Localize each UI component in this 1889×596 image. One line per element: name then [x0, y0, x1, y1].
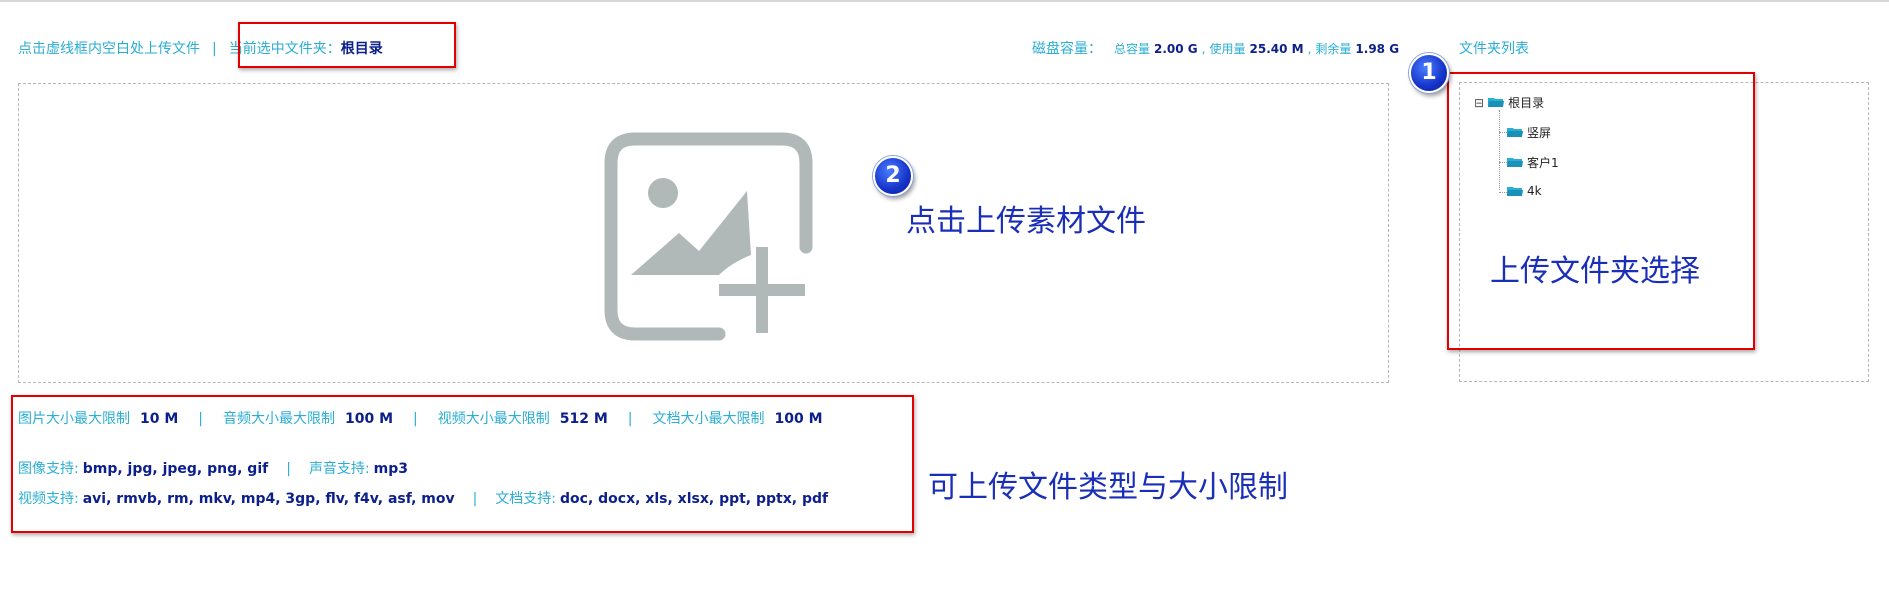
- total-label: 总容量: [1114, 42, 1151, 56]
- separator: |: [472, 491, 478, 507]
- size-limits-row: 图片大小最大限制 10 M | 音频大小最大限制 100 M | 视频大小最大限…: [18, 408, 823, 428]
- upload-hint: 点击虚线框内空白处上传文件: [18, 41, 200, 57]
- image-support-value: bmp, jpg, jpeg, png, gif: [82, 461, 269, 477]
- header-separator: |: [212, 41, 217, 57]
- audio-limit-value: 100 M: [345, 411, 394, 427]
- folder-list-title: 文件夹列表: [1459, 41, 1529, 57]
- add-image-icon[interactable]: [601, 129, 825, 344]
- used-label: 使用量: [1209, 42, 1246, 56]
- highlight-folder-tree: [1447, 72, 1755, 350]
- video-limit-label: 视频大小最大限制: [437, 411, 550, 427]
- image-limit-label: 图片大小最大限制: [18, 411, 130, 427]
- total-value: 2.00 G: [1154, 42, 1198, 56]
- doc-limit-value: 100 M: [774, 411, 823, 427]
- top-border: [0, 0, 1889, 2]
- remain-value: 1.98 G: [1355, 42, 1400, 56]
- highlight-current-folder: [238, 22, 456, 68]
- comma: ,: [1307, 42, 1312, 56]
- remain-label: 剩余量: [1315, 42, 1352, 56]
- step-badge-2: 2: [873, 156, 913, 196]
- used-value: 25.40 M: [1249, 42, 1304, 56]
- audio-support-label: 声音支持:: [308, 461, 370, 477]
- doc-support-label: 文档支持:: [495, 491, 557, 507]
- annotation-upload-material: 点击上传素材文件: [906, 204, 1146, 239]
- comma: ,: [1201, 42, 1206, 56]
- upload-dropzone[interactable]: [18, 83, 1389, 383]
- image-support-label: 图像支持:: [18, 461, 79, 477]
- support-row-2: 视频支持: avi, rmvb, rm, mkv, mp4, 3gp, flv,…: [18, 488, 828, 508]
- audio-limit-label: 音频大小最大限制: [223, 411, 336, 427]
- separator: |: [413, 411, 418, 427]
- disk-label: 磁盘容量：: [1032, 41, 1102, 57]
- separator: |: [198, 411, 204, 427]
- step-badge-1: 1: [1409, 53, 1449, 93]
- separator: |: [286, 461, 291, 477]
- disk-capacity: 磁盘容量： 总容量 2.00 G , 使用量 25.40 M , 剩余量 1.9…: [1032, 38, 1399, 58]
- annotation-folder-select: 上传文件夹选择: [1490, 254, 1700, 289]
- audio-support-value: mp3: [373, 461, 409, 477]
- annotation-type-limits: 可上传文件类型与大小限制: [928, 470, 1288, 505]
- video-limit-value: 512 M: [559, 411, 608, 427]
- doc-support-value: doc, docx, xls, xlsx, ppt, pptx, pdf: [560, 491, 829, 507]
- doc-limit-label: 文档大小最大限制: [652, 411, 765, 427]
- separator: |: [627, 411, 633, 427]
- support-row-1: 图像支持: bmp, jpg, jpeg, png, gif | 声音支持: m…: [18, 458, 408, 478]
- video-support-value: avi, rmvb, rm, mkv, mp4, 3gp, flv, f4v, …: [82, 491, 455, 507]
- video-support-label: 视频支持:: [18, 491, 79, 507]
- image-limit-value: 10 M: [140, 411, 179, 427]
